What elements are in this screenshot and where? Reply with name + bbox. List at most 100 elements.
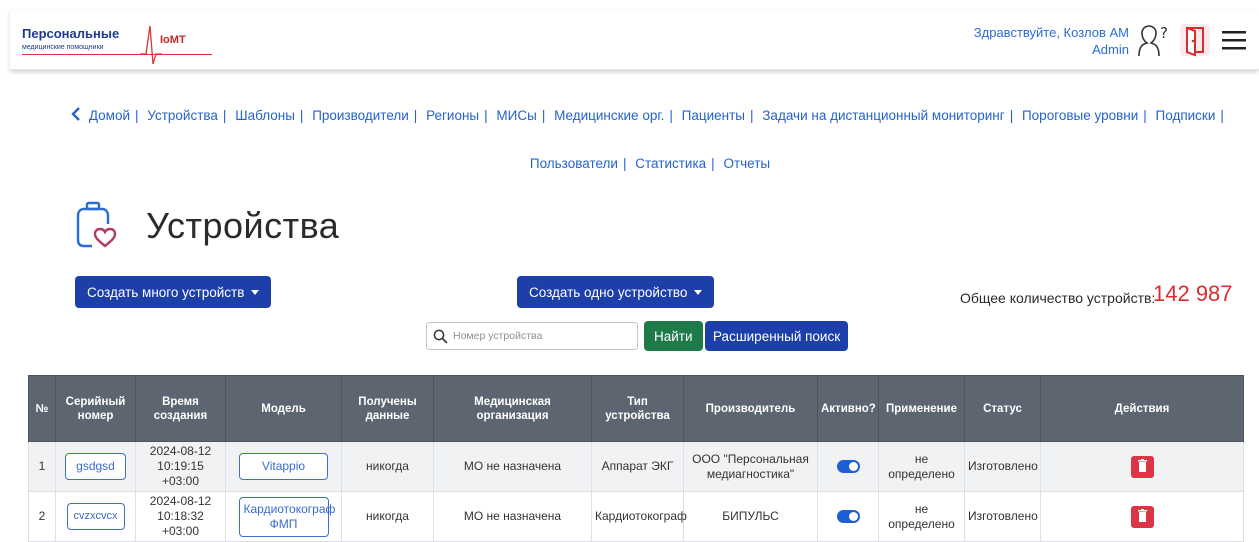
nav-home[interactable]: Домой — [89, 108, 130, 123]
model-link[interactable]: Кардиотокограф ФМП — [238, 496, 335, 537]
nav-separator: | — [541, 108, 546, 123]
logo-underline — [22, 54, 212, 55]
col-header-usage[interactable]: Применение — [878, 375, 965, 442]
active-toggle[interactable] — [836, 460, 860, 474]
nav-manufacturers[interactable]: Производители — [312, 108, 409, 123]
received-cell: никогда — [341, 441, 434, 492]
help-user-icon[interactable]: ? — [1133, 24, 1171, 58]
col-header-received[interactable]: Получены данные — [341, 375, 434, 442]
received-cell: никогда — [341, 491, 434, 542]
nav-medical-orgs[interactable]: Медицинские орг. — [554, 108, 664, 123]
org-cell: МО не назначена — [433, 441, 592, 492]
col-header-model[interactable]: Модель — [225, 375, 342, 442]
model-cell: Vitappio — [225, 441, 342, 492]
col-header-active[interactable]: Активно? — [817, 375, 879, 442]
model-link[interactable]: Vitappio — [238, 453, 329, 480]
nav-remote-monitoring[interactable]: Задачи на дистанционный мониторинг — [762, 108, 1004, 123]
user-greeting: Здравствуйте, Козлов АМ Admin — [974, 24, 1129, 58]
logout-door-icon[interactable] — [1178, 22, 1212, 58]
create-many-devices-button[interactable]: Создать много устройств — [75, 276, 272, 308]
nav-separator: | — [484, 108, 488, 123]
col-header-serial[interactable]: Серийный номер — [55, 375, 136, 442]
model-cell: Кардиотокограф ФМП — [225, 491, 342, 542]
delete-button[interactable] — [1130, 455, 1154, 478]
nav-separator: | — [413, 108, 418, 123]
created-time: 10:19:15 +03:00 — [157, 459, 204, 488]
table-header-row: № Серийный номер Время создания Модель П… — [28, 375, 1244, 442]
serial-link[interactable]: cvzxcvcx — [66, 503, 125, 530]
search-icon — [433, 329, 448, 344]
status-cell: Изготовлено — [964, 441, 1041, 492]
nav-statistics[interactable]: Статистика — [635, 156, 706, 171]
logo[interactable]: Персональные медицинские помощники IoMT — [22, 22, 222, 65]
row-number: 2 — [28, 491, 56, 542]
created-date: 2024-08-12 — [149, 494, 212, 508]
devices-table-wrap: № Серийный номер Время создания Модель П… — [28, 375, 1244, 542]
nav-devices[interactable]: Устройства — [147, 108, 218, 123]
total-devices-value: 142 987 — [1153, 281, 1233, 306]
logo-brand: IoMT — [160, 34, 186, 46]
find-button[interactable]: Найти — [644, 321, 703, 351]
nav-separator: | — [1220, 108, 1224, 123]
nav-line-1: Домой | Устройства | Шаблоны | Производител… — [60, 92, 1240, 140]
advanced-search-button[interactable]: Расширенный поиск — [705, 321, 849, 351]
main-navigation: Домой | Устройства | Шаблоны | Производител… — [60, 92, 1240, 188]
hamburger-menu-icon[interactable] — [1220, 30, 1248, 52]
created-time: 10:18:32 +03:00 — [157, 509, 204, 538]
nav-regions[interactable]: Регионы — [426, 108, 479, 123]
nav-separator: | — [711, 156, 715, 171]
logo-subtitle: медицинские помощники — [22, 44, 104, 51]
col-header-number[interactable]: № — [28, 375, 56, 442]
type-cell: Аппарат ЭКГ — [591, 441, 684, 492]
usage-cell: не определено — [878, 441, 965, 492]
active-cell — [817, 491, 879, 542]
type-cell: Кардиотокограф — [591, 491, 687, 542]
created-cell: 2024-08-12 10:18:32 +03:00 — [135, 491, 226, 542]
caret-down-icon — [694, 289, 703, 295]
svg-text:?: ? — [1160, 24, 1168, 42]
nav-users[interactable]: Пользователи — [530, 156, 618, 171]
user-role: Admin — [1092, 42, 1129, 57]
nav-separator: | — [750, 108, 754, 123]
chevron-left-icon[interactable] — [71, 107, 81, 121]
org-cell: МО не назначена — [433, 491, 592, 542]
active-toggle[interactable] — [836, 510, 860, 524]
col-header-manufacturer[interactable]: Производитель — [683, 375, 818, 442]
col-header-type[interactable]: Тип устройства — [591, 375, 684, 442]
nav-separator: | — [1009, 108, 1014, 123]
status-cell: Изготовлено — [964, 491, 1041, 542]
trash-icon — [1137, 458, 1147, 472]
nav-patients[interactable]: Пациенты — [682, 108, 745, 123]
device-number-input[interactable] — [451, 329, 631, 343]
nav-mis[interactable]: МИСы — [496, 108, 536, 123]
caret-down-icon — [251, 289, 260, 295]
nav-templates[interactable]: Шаблоны — [235, 108, 295, 123]
devices-table: № Серийный номер Время создания Модель П… — [28, 375, 1244, 542]
create-many-label: Создать много устройств — [87, 284, 245, 300]
col-header-org[interactable]: Медицинская организация — [433, 375, 592, 442]
search-field[interactable] — [426, 322, 638, 350]
nav-separator: | — [622, 156, 627, 171]
col-header-created[interactable]: Время создания — [135, 375, 226, 442]
nav-thresholds[interactable]: Пороговые уровни — [1022, 108, 1138, 123]
nav-separator: | — [299, 108, 304, 123]
nav-reports[interactable]: Отчеты — [723, 156, 770, 171]
pulse-icon — [140, 25, 162, 65]
nav-subscriptions[interactable]: Подписки — [1156, 108, 1216, 123]
serial-link[interactable]: gsdgsd — [65, 453, 126, 480]
device-jar-heart-icon — [76, 201, 117, 248]
nav-separator: | — [135, 108, 139, 123]
actions-cell — [1040, 441, 1244, 492]
create-one-device-button[interactable]: Создать одно устройство — [517, 276, 715, 308]
logo-title: Персональные — [22, 26, 120, 41]
created-cell: 2024-08-12 10:19:15 +03:00 — [135, 441, 226, 492]
delete-button[interactable] — [1130, 505, 1154, 528]
col-header-status[interactable]: Статус — [964, 375, 1041, 442]
serial-cell: gsdgsd — [55, 441, 136, 492]
actions-cell — [1040, 491, 1244, 542]
top-header: Персональные медицинские помощники IoMT … — [10, 10, 1259, 70]
serial-cell: cvzxcvcx — [55, 491, 136, 542]
nav-separator: | — [669, 108, 673, 123]
total-devices-label: Общее количество устройств: — [960, 290, 1156, 306]
nav-separator: | — [222, 108, 227, 123]
